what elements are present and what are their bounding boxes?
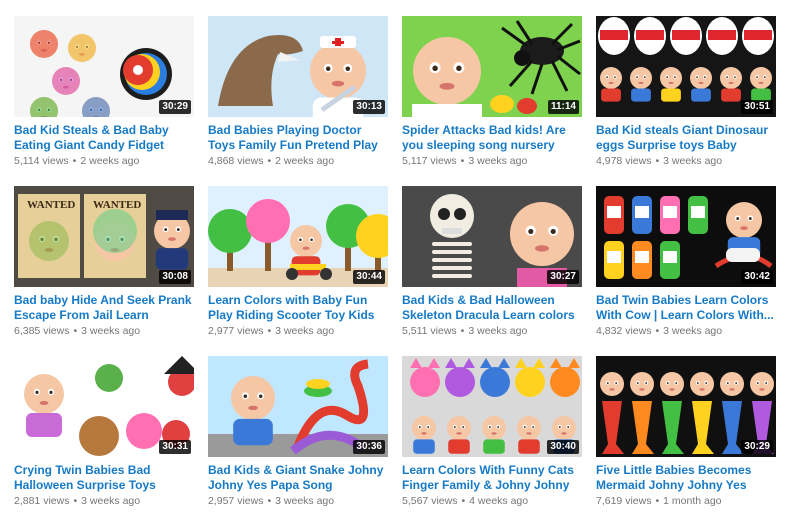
duration-badge: 30:51 — [741, 100, 773, 114]
video-meta: 4,832 views • 3 weeks ago — [596, 325, 776, 338]
separator-dot: • — [655, 325, 660, 337]
view-count: 2,957 views — [208, 495, 264, 507]
video-meta: 7,619 views • 1 month ago — [596, 495, 776, 508]
video-meta: 6,385 views • 3 weeks ago — [14, 325, 194, 338]
video-thumbnail[interactable]: 30:42 — [596, 186, 776, 287]
view-count: 4,868 views — [208, 155, 264, 167]
separator-dot: • — [655, 495, 660, 507]
video-card[interactable]: 30:40 Learn Colors With Funny Cats Finger… — [402, 356, 582, 526]
upload-age: 3 weeks ago — [468, 155, 528, 167]
video-meta: 4,978 views • 3 weeks ago — [596, 155, 776, 168]
separator-dot: • — [267, 155, 272, 167]
video-title-link[interactable]: Learn Colors with Baby Fun Play Riding S… — [208, 293, 388, 323]
view-count: 4,832 views — [596, 325, 652, 337]
duration-badge: 30:36 — [353, 440, 385, 454]
duration-badge: 30:13 — [353, 100, 385, 114]
upload-age: 4 weeks ago — [469, 495, 529, 507]
video-meta: 5,511 views • 3 weeks ago — [402, 325, 582, 338]
video-thumbnail[interactable]: 11:14 — [402, 16, 582, 117]
duration-badge: 30:42 — [741, 270, 773, 284]
video-title-link[interactable]: Bad Kid Steals & Bad Baby Eating Giant C… — [14, 123, 194, 153]
upload-age: 3 weeks ago — [275, 325, 335, 337]
video-title-link[interactable]: Bad Kid steals Giant Dinosaur eggs Surpr… — [596, 123, 776, 153]
video-card[interactable]: 30:13 Bad Babies Playing Doctor Toys Fami… — [208, 16, 388, 186]
video-card[interactable]: 30:29 Five Little Babies Becomes Mermaid … — [596, 356, 776, 526]
video-title-link[interactable]: Bad Kids & Bad Halloween Skeleton Dracul… — [402, 293, 582, 323]
svg-text:WANTED: WANTED — [27, 199, 75, 211]
video-thumbnail[interactable]: WANTED WANTED 30:08 — [14, 186, 194, 287]
view-count: 2,881 views — [14, 495, 70, 507]
video-thumbnail[interactable]: 30:29 — [596, 356, 776, 457]
video-thumbnail[interactable]: 30:44 — [208, 186, 388, 287]
video-thumbnail[interactable]: 30:31 — [14, 356, 194, 457]
video-meta: 5,117 views • 3 weeks ago — [402, 155, 582, 168]
video-card[interactable]: WANTED WANTED 30:08 Bad baby Hide And See… — [14, 186, 194, 356]
upload-age: 3 weeks ago — [663, 155, 723, 167]
view-count: 6,385 views — [14, 325, 70, 337]
video-title-link[interactable]: Five Little Babies Becomes Mermaid Johny… — [596, 463, 776, 493]
upload-age: 3 weeks ago — [468, 325, 528, 337]
separator-dot: • — [460, 325, 465, 337]
video-meta: 2,957 views • 3 weeks ago — [208, 495, 388, 508]
separator-dot: • — [461, 495, 466, 507]
video-thumbnail[interactable]: 30:27 — [402, 186, 582, 287]
duration-badge: 30:31 — [159, 440, 191, 454]
video-thumbnail[interactable]: 30:51 — [596, 16, 776, 117]
video-card[interactable]: 30:27 Bad Kids & Bad Halloween Skeleton D… — [402, 186, 582, 356]
video-meta: 5,114 views • 2 weeks ago — [14, 155, 194, 168]
view-count: 5,567 views — [402, 495, 458, 507]
view-count: 4,978 views — [596, 155, 652, 167]
separator-dot: • — [73, 495, 78, 507]
view-count: 5,117 views — [402, 155, 457, 167]
video-meta: 2,881 views • 3 weeks ago — [14, 495, 194, 508]
upload-age: 3 weeks ago — [275, 495, 335, 507]
separator-dot: • — [460, 155, 465, 167]
video-title-link[interactable]: Bad baby Hide And Seek Prank Escape From… — [14, 293, 194, 323]
video-title-link[interactable]: Bad Kids & Giant Snake Johny Johny Yes P… — [208, 463, 388, 493]
view-count: 5,114 views — [14, 155, 69, 167]
duration-badge: 30:29 — [159, 100, 191, 114]
video-thumbnail[interactable]: 30:29 — [14, 16, 194, 117]
video-card[interactable]: 30:44 Learn Colors with Baby Fun Play Rid… — [208, 186, 388, 356]
view-count: 7,619 views — [596, 495, 652, 507]
video-card[interactable]: 11:14 Spider Attacks Bad kids! Are you sl… — [402, 16, 582, 186]
duration-badge: 30:27 — [547, 270, 579, 284]
video-card[interactable]: 30:36 Bad Kids & Giant Snake Johny Johny … — [208, 356, 388, 526]
view-count: 5,511 views — [402, 325, 457, 337]
video-thumbnail[interactable]: 30:13 — [208, 16, 388, 117]
duration-badge: 30:08 — [159, 270, 191, 284]
video-meta: 4,868 views • 2 weeks ago — [208, 155, 388, 168]
upload-age: 3 weeks ago — [663, 325, 723, 337]
separator-dot: • — [73, 325, 78, 337]
video-thumbnail[interactable]: 30:40 — [402, 356, 582, 457]
duration-badge: 11:14 — [547, 100, 579, 114]
video-title-link[interactable]: Crying Twin Babies Bad Halloween Surpris… — [14, 463, 194, 493]
video-meta: 5,567 views • 4 weeks ago — [402, 495, 582, 508]
upload-age: 2 weeks ago — [80, 155, 140, 167]
separator-dot: • — [267, 495, 272, 507]
video-title-link[interactable]: Bad Babies Playing Doctor Toys Family Fu… — [208, 123, 388, 153]
upload-age: 3 weeks ago — [81, 325, 141, 337]
video-grid: 30:29 Bad Kid Steals & Bad Baby Eating Gi… — [14, 16, 776, 526]
upload-age: 3 weeks ago — [81, 495, 141, 507]
duration-badge: 30:44 — [353, 270, 385, 284]
video-title-link[interactable]: Bad Twin Babies Learn Colors With Cow | … — [596, 293, 776, 323]
upload-age: 2 weeks ago — [275, 155, 335, 167]
video-thumbnail[interactable]: 30:36 — [208, 356, 388, 457]
duration-badge: 30:29 — [741, 440, 773, 454]
separator-dot: • — [267, 325, 272, 337]
separator-dot: • — [655, 155, 660, 167]
duration-badge: 30:40 — [547, 440, 579, 454]
upload-age: 1 month ago — [663, 495, 722, 507]
separator-dot: • — [72, 155, 77, 167]
video-title-link[interactable]: Spider Attacks Bad kids! Are you sleepin… — [402, 123, 582, 153]
view-count: 2,977 views — [208, 325, 264, 337]
video-title-link[interactable]: Learn Colors With Funny Cats Finger Fami… — [402, 463, 582, 493]
video-card[interactable]: 30:31 Crying Twin Babies Bad Halloween Su… — [14, 356, 194, 526]
video-card[interactable]: 30:29 Bad Kid Steals & Bad Baby Eating Gi… — [14, 16, 194, 186]
video-card[interactable]: 30:42 Bad Twin Babies Learn Colors With C… — [596, 186, 776, 356]
video-card[interactable]: 30:51 Bad Kid steals Giant Dinosaur eggs … — [596, 16, 776, 186]
video-meta: 2,977 views • 3 weeks ago — [208, 325, 388, 338]
